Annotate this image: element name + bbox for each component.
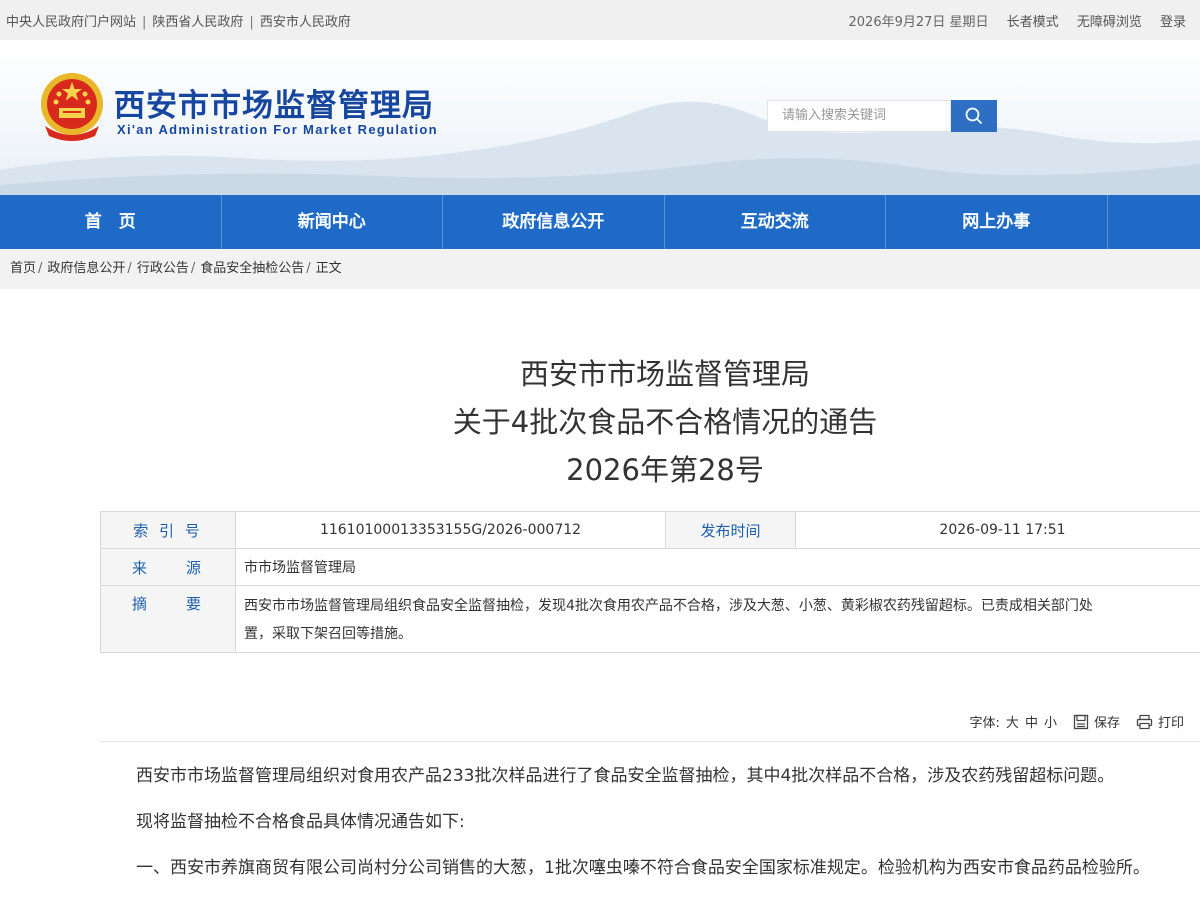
save-label: 保存 [1093,716,1120,731]
abstract-line-1: 西安市市场监督管理局组织食品安全监督抽检，发现4批次食用农产品不合格，涉及大葱、… [244,598,1093,614]
elder-mode-link[interactable]: 长者模式 [1007,15,1059,30]
search-button[interactable] [951,100,997,132]
nav-news[interactable]: 新闻中心 [222,195,443,249]
site-subtitle: Xi'an Administration For Market Regulati… [117,122,438,137]
print-button[interactable]: 打印 [1136,712,1184,731]
abstract-label: 摘 要 [100,585,236,653]
login-link[interactable]: 登录 [1160,15,1186,30]
nav-interaction[interactable]: 互动交流 [665,195,886,249]
title-line-2: 关于4批次食品不合格情况的通告 [452,405,878,439]
breadcrumb: 首页 / 政府信息公开 / 行政公告 / 食品安全抽检公告 / 正文 [0,249,1200,289]
top-utility-bar: 中央人民政府门户网站 | 陕西省人民政府 | 西安市人民政府 2026年9月27日 星期… [0,0,1200,40]
paragraph: 一、西安市养旗商贸有限公司尚村分公司销售的大葱，1批次噻虫嗪不符合食品安全国家标… [136,858,1150,878]
print-label: 打印 [1157,716,1184,731]
link-central-gov[interactable]: 中央人民政府门户网站 [6,11,136,30]
content-divider [100,741,1200,742]
main-nav: 首 页 新闻中心 政府信息公开 互动交流 网上办事 专 [0,195,1200,249]
nav-gov-info[interactable]: 政府信息公开 [443,195,665,249]
meta-row: 摘 要 西安市市场监督管理局组织食品安全监督抽检，发现4批次食用农产品不合格，涉… [100,585,1200,653]
link-xian-gov[interactable]: 西安市人民政府 [260,11,351,30]
save-icon [1073,714,1089,729]
title-line-1: 西安市市场监督管理局 [519,357,810,391]
source-value: 市市场监督管理局 [235,548,1200,586]
top-right-tools: 2026年9月27日 星期日 长者模式 无障碍浏览 登录 [849,11,1187,30]
crumb-sep: / [190,261,196,276]
article-body: 西安市市场监督管理局组织对食用农产品233批次样品进行了食品安全监督抽检，其中4… [136,762,1200,883]
search-input[interactable]: 请输入搜索关键词 [767,100,951,132]
index-label: 索 引 号 [100,511,236,549]
national-emblem-icon [41,73,103,141]
current-date: 2026年9月27日 星期日 [848,15,989,30]
article-tools: 字体: 大中小 保存 打印 [970,712,1184,731]
abstract-line-2: 置，采取下架召回等措施。 [244,626,412,642]
link-shaanxi-gov[interactable]: 陕西省人民政府 [152,11,243,30]
printer-icon [1136,714,1153,729]
paragraph: 现将监督抽检不合格食品具体情况通告如下: [136,812,465,832]
separator: | [249,15,254,30]
accessible-browse-link[interactable]: 无障碍浏览 [1077,15,1142,30]
site-title[interactable]: 西安市市场监督管理局 [114,80,434,125]
search-icon [965,107,983,125]
crumb-sep: / [38,261,43,276]
crumb-sep: / [306,261,311,276]
save-button[interactable]: 保存 [1073,712,1120,731]
crumb-sep: / [127,261,132,276]
crumb-gov-info[interactable]: 政府信息公开 [47,261,125,276]
font-size-small[interactable]: 小 [1044,716,1057,731]
publish-time-label: 发布时间 [665,511,796,549]
font-size-medium[interactable]: 中 [1025,716,1038,731]
font-size-large[interactable]: 大 [1006,716,1019,731]
index-value: 11610100013353155G/2026-000712 [235,511,666,549]
publish-time-value: 2026-09-11 17:51 [795,511,1200,549]
page-title: 西安市市场监督管理局 关于4批次食品不合格情况的通告 2026年第28号 [0,350,1200,494]
separator: | [142,15,147,30]
nav-special[interactable]: 专 [1108,195,1200,249]
crumb-admin-notice[interactable]: 行政公告 [137,261,189,276]
abstract-value: 西安市市场监督管理局组织食品安全监督抽检，发现4批次食用农产品不合格，涉及大葱、… [235,585,1200,653]
crumb-home[interactable]: 首页 [10,261,36,276]
meta-row: 来 源 市市场监督管理局 [100,548,1200,586]
site-header: 西安市市场监督管理局 Xi'an Administration For Mark… [0,40,1200,195]
meta-row: 索 引 号 11610100013353155G/2026-000712 发布时… [100,511,1200,549]
font-size-options: 大中小 [1000,712,1057,731]
source-label: 来 源 [100,548,236,586]
font-size-label: 字体: [969,716,1000,731]
paragraph: 西安市市场监督管理局组织对食用农产品233批次样品进行了食品安全监督抽检，其中4… [136,766,1115,786]
nav-home[interactable]: 首 页 [0,195,222,249]
document-meta-table: 索 引 号 11610100013353155G/2026-000712 发布时… [100,511,1200,653]
crumb-current: 正文 [315,261,342,276]
nav-online-service[interactable]: 网上办事 [886,195,1108,249]
crumb-food-check[interactable]: 食品安全抽检公告 [200,261,304,276]
title-line-3: 2026年第28号 [566,453,764,487]
gov-links: 中央人民政府门户网站 | 陕西省人民政府 | 西安市人民政府 [6,11,351,30]
